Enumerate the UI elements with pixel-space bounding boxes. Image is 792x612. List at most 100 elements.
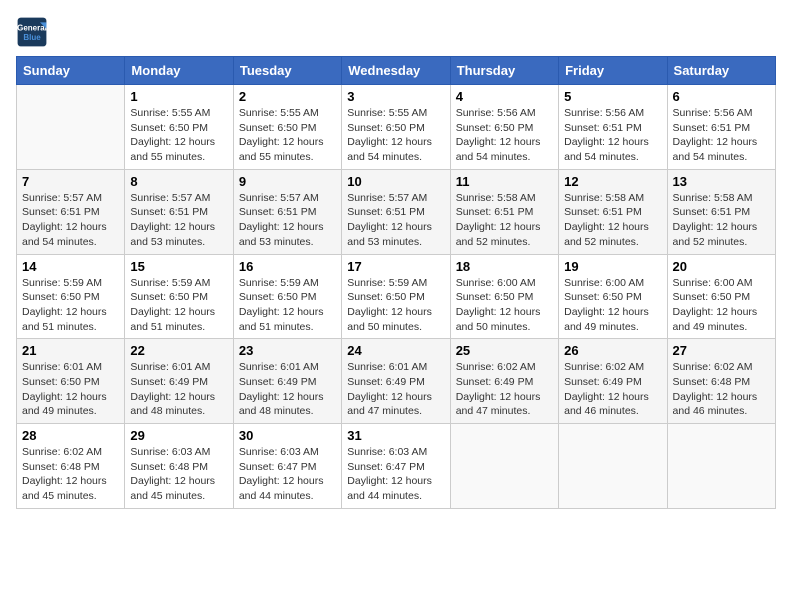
day-number: 1 (130, 89, 227, 104)
calendar-cell: 16 Sunrise: 5:59 AM Sunset: 6:50 PM Dayli… (233, 254, 341, 339)
day-info: Sunrise: 6:01 AM Sunset: 6:49 PM Dayligh… (130, 360, 227, 419)
calendar-cell (450, 424, 558, 509)
day-info: Sunrise: 6:00 AM Sunset: 6:50 PM Dayligh… (673, 276, 770, 335)
day-number: 29 (130, 428, 227, 443)
day-number: 23 (239, 343, 336, 358)
day-number: 31 (347, 428, 444, 443)
logo: General Blue (16, 16, 48, 48)
weekday-header: Sunday (17, 57, 125, 85)
day-number: 10 (347, 174, 444, 189)
calendar-week-row: 21Sunrise: 6:01 AM Sunset: 6:50 PM Dayli… (17, 339, 776, 424)
day-info: Sunrise: 5:59 AM Sunset: 6:50 PM Dayligh… (347, 276, 444, 335)
day-info: Sunrise: 5:59 AM Sunset: 6:50 PM Dayligh… (130, 276, 227, 335)
day-number: 30 (239, 428, 336, 443)
calendar-cell: 6 Sunrise: 5:56 AM Sunset: 6:51 PM Daylig… (667, 85, 775, 170)
day-info: Sunrise: 5:56 AM Sunset: 6:50 PM Dayligh… (456, 106, 553, 165)
calendar-cell: 22 Sunrise: 6:01 AM Sunset: 6:49 PM Dayli… (125, 339, 233, 424)
day-info: Sunrise: 5:55 AM Sunset: 6:50 PM Dayligh… (239, 106, 336, 165)
calendar-cell: 23 Sunrise: 6:01 AM Sunset: 6:49 PM Dayli… (233, 339, 341, 424)
day-number: 2 (239, 89, 336, 104)
calendar-week-row: 14 Sunrise: 5:59 AM Sunset: 6:50 PM Dayli… (17, 254, 776, 339)
calendar-cell: 25 Sunrise: 6:02 AM Sunset: 6:49 PM Dayli… (450, 339, 558, 424)
weekday-header: Thursday (450, 57, 558, 85)
day-info: Sunrise: 5:59 AM Sunset: 6:50 PM Dayligh… (22, 276, 119, 335)
day-info: Sunrise: 6:03 AM Sunset: 6:47 PM Dayligh… (239, 445, 336, 504)
calendar-cell: 14 Sunrise: 5:59 AM Sunset: 6:50 PM Dayli… (17, 254, 125, 339)
day-info: Sunrise: 5:57 AM Sunset: 6:51 PM Dayligh… (22, 191, 119, 250)
day-number: 4 (456, 89, 553, 104)
calendar-cell: 28Sunrise: 6:02 AM Sunset: 6:48 PM Dayli… (17, 424, 125, 509)
calendar-cell: 24 Sunrise: 6:01 AM Sunset: 6:49 PM Dayli… (342, 339, 450, 424)
day-number: 26 (564, 343, 661, 358)
calendar-cell: 15 Sunrise: 5:59 AM Sunset: 6:50 PM Dayli… (125, 254, 233, 339)
day-number: 6 (673, 89, 770, 104)
day-number: 16 (239, 259, 336, 274)
calendar-cell: 12 Sunrise: 5:58 AM Sunset: 6:51 PM Dayli… (559, 169, 667, 254)
day-info: Sunrise: 5:56 AM Sunset: 6:51 PM Dayligh… (564, 106, 661, 165)
day-info: Sunrise: 5:57 AM Sunset: 6:51 PM Dayligh… (239, 191, 336, 250)
calendar-cell: 30 Sunrise: 6:03 AM Sunset: 6:47 PM Dayli… (233, 424, 341, 509)
day-number: 11 (456, 174, 553, 189)
day-info: Sunrise: 6:01 AM Sunset: 6:50 PM Dayligh… (22, 360, 119, 419)
calendar-week-row: 1 Sunrise: 5:55 AM Sunset: 6:50 PM Daylig… (17, 85, 776, 170)
day-number: 24 (347, 343, 444, 358)
day-number: 17 (347, 259, 444, 274)
day-info: Sunrise: 5:55 AM Sunset: 6:50 PM Dayligh… (347, 106, 444, 165)
day-info: Sunrise: 6:01 AM Sunset: 6:49 PM Dayligh… (239, 360, 336, 419)
day-info: Sunrise: 6:01 AM Sunset: 6:49 PM Dayligh… (347, 360, 444, 419)
day-number: 18 (456, 259, 553, 274)
calendar-week-row: 28Sunrise: 6:02 AM Sunset: 6:48 PM Dayli… (17, 424, 776, 509)
calendar-cell: 2 Sunrise: 5:55 AM Sunset: 6:50 PM Daylig… (233, 85, 341, 170)
day-number: 5 (564, 89, 661, 104)
calendar-header-row: SundayMondayTuesdayWednesdayThursdayFrid… (17, 57, 776, 85)
calendar-week-row: 7 Sunrise: 5:57 AM Sunset: 6:51 PM Daylig… (17, 169, 776, 254)
calendar-cell: 8Sunrise: 5:57 AM Sunset: 6:51 PM Daylig… (125, 169, 233, 254)
day-info: Sunrise: 5:57 AM Sunset: 6:51 PM Dayligh… (347, 191, 444, 250)
calendar-cell (559, 424, 667, 509)
day-number: 22 (130, 343, 227, 358)
day-number: 7 (22, 174, 119, 189)
calendar-cell: 11 Sunrise: 5:58 AM Sunset: 6:51 PM Dayli… (450, 169, 558, 254)
day-number: 12 (564, 174, 661, 189)
logo-icon: General Blue (16, 16, 48, 48)
calendar-cell: 13 Sunrise: 5:58 AM Sunset: 6:51 PM Dayli… (667, 169, 775, 254)
calendar-body: 1 Sunrise: 5:55 AM Sunset: 6:50 PM Daylig… (17, 85, 776, 509)
day-info: Sunrise: 5:57 AM Sunset: 6:51 PM Dayligh… (130, 191, 227, 250)
day-info: Sunrise: 6:02 AM Sunset: 6:49 PM Dayligh… (564, 360, 661, 419)
day-info: Sunrise: 6:00 AM Sunset: 6:50 PM Dayligh… (564, 276, 661, 335)
day-number: 14 (22, 259, 119, 274)
calendar-cell: 5 Sunrise: 5:56 AM Sunset: 6:51 PM Daylig… (559, 85, 667, 170)
calendar-cell: 18Sunrise: 6:00 AM Sunset: 6:50 PM Dayli… (450, 254, 558, 339)
calendar-cell (17, 85, 125, 170)
weekday-header: Monday (125, 57, 233, 85)
day-info: Sunrise: 6:02 AM Sunset: 6:48 PM Dayligh… (673, 360, 770, 419)
calendar-cell: 17 Sunrise: 5:59 AM Sunset: 6:50 PM Dayli… (342, 254, 450, 339)
page-header: General Blue (16, 16, 776, 48)
calendar-table: SundayMondayTuesdayWednesdayThursdayFrid… (16, 56, 776, 509)
svg-text:Blue: Blue (23, 33, 41, 42)
day-number: 25 (456, 343, 553, 358)
calendar-cell: 20 Sunrise: 6:00 AM Sunset: 6:50 PM Dayli… (667, 254, 775, 339)
day-number: 13 (673, 174, 770, 189)
day-info: Sunrise: 5:58 AM Sunset: 6:51 PM Dayligh… (673, 191, 770, 250)
calendar-cell: 31 Sunrise: 6:03 AM Sunset: 6:47 PM Dayli… (342, 424, 450, 509)
day-info: Sunrise: 6:02 AM Sunset: 6:49 PM Dayligh… (456, 360, 553, 419)
weekday-header: Wednesday (342, 57, 450, 85)
weekday-header: Saturday (667, 57, 775, 85)
calendar-cell: 19Sunrise: 6:00 AM Sunset: 6:50 PM Dayli… (559, 254, 667, 339)
day-info: Sunrise: 5:59 AM Sunset: 6:50 PM Dayligh… (239, 276, 336, 335)
calendar-cell: 26 Sunrise: 6:02 AM Sunset: 6:49 PM Dayli… (559, 339, 667, 424)
day-number: 20 (673, 259, 770, 274)
day-info: Sunrise: 5:58 AM Sunset: 6:51 PM Dayligh… (456, 191, 553, 250)
calendar-cell (667, 424, 775, 509)
day-number: 3 (347, 89, 444, 104)
day-info: Sunrise: 5:55 AM Sunset: 6:50 PM Dayligh… (130, 106, 227, 165)
day-info: Sunrise: 5:58 AM Sunset: 6:51 PM Dayligh… (564, 191, 661, 250)
day-info: Sunrise: 5:56 AM Sunset: 6:51 PM Dayligh… (673, 106, 770, 165)
calendar-cell: 21Sunrise: 6:01 AM Sunset: 6:50 PM Dayli… (17, 339, 125, 424)
day-number: 9 (239, 174, 336, 189)
calendar-cell: 9 Sunrise: 5:57 AM Sunset: 6:51 PM Daylig… (233, 169, 341, 254)
day-info: Sunrise: 6:03 AM Sunset: 6:47 PM Dayligh… (347, 445, 444, 504)
weekday-header: Tuesday (233, 57, 341, 85)
day-number: 15 (130, 259, 227, 274)
